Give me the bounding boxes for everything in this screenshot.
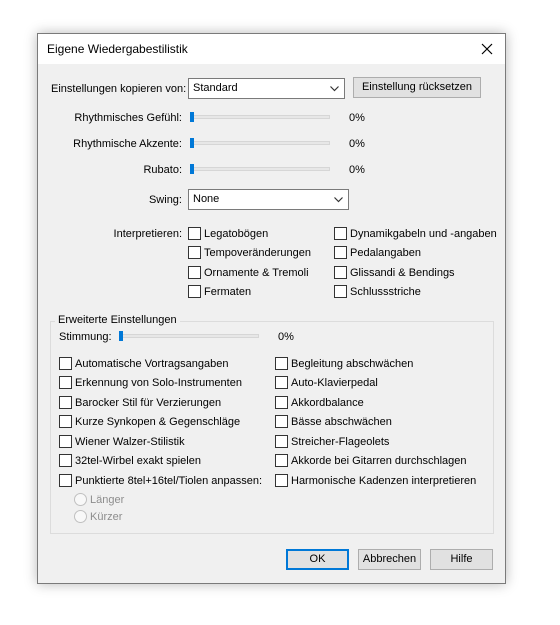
tremolo-exact-checkbox[interactable]	[59, 454, 72, 467]
rhythmic-accents-value: 0%	[349, 138, 365, 150]
longer-label: Länger	[90, 494, 125, 506]
copy-settings-dropdown[interactable]: Standard	[188, 78, 345, 99]
chord-balance-checkbox[interactable]	[275, 396, 288, 409]
reduce-bass-checkbox[interactable]	[275, 415, 288, 428]
pedal-label: Pedalangaben	[350, 247, 421, 259]
shorter-radio[interactable]	[74, 510, 87, 523]
ornaments-label: Ornamente & Tremoli	[204, 267, 309, 279]
final-barlines-checkbox[interactable]	[334, 285, 347, 298]
rubato-value: 0%	[349, 164, 365, 176]
rhythmic-feel-label: Rhythmisches Gefühl:	[74, 112, 182, 124]
ornaments-checkbox[interactable]	[188, 266, 201, 279]
reset-settings-button[interactable]: Einstellung rücksetzen	[353, 77, 481, 98]
rubato-label: Rubato:	[143, 164, 182, 176]
swing-value: None	[193, 193, 220, 205]
dynamics-label: Dynamikgabeln und -angaben	[350, 228, 497, 240]
swing-label: Swing:	[148, 194, 182, 206]
interpret-label: Interpretieren:	[113, 228, 182, 240]
copy-settings-label: Einstellungen kopieren von:	[51, 83, 187, 95]
dialog-title: Eigene Wiedergabestilistik	[47, 42, 188, 56]
tempo-changes-checkbox[interactable]	[188, 246, 201, 259]
rubato-thumb[interactable]	[190, 164, 194, 174]
rhythmic-accents-slider[interactable]	[190, 141, 330, 145]
string-harmonics-label: Streicher-Flageolets	[291, 436, 390, 448]
fermatas-label: Fermaten	[204, 286, 252, 298]
cancel-button[interactable]: Abbrechen	[358, 549, 421, 570]
auto-performance-checkbox[interactable]	[59, 357, 72, 370]
help-button[interactable]: Hilfe	[430, 549, 493, 570]
rhythmic-feel-thumb[interactable]	[190, 112, 194, 122]
guitar-strum-checkbox[interactable]	[275, 454, 288, 467]
auto-piano-pedal-label: Auto-Klavierpedal	[291, 377, 378, 389]
advanced-settings-title: Erweiterte Einstellungen	[55, 314, 180, 326]
chevron-down-icon	[334, 197, 343, 203]
auto-performance-label: Automatische Vortragsangaben	[75, 358, 229, 370]
baroque-ornaments-checkbox[interactable]	[59, 396, 72, 409]
dialog: Eigene Wiedergabestilistik Einstellungen…	[37, 33, 506, 584]
glissandi-label: Glissandi & Bendings	[350, 267, 455, 279]
reduce-accompaniment-checkbox[interactable]	[275, 357, 288, 370]
viennese-waltz-checkbox[interactable]	[59, 435, 72, 448]
legato-checkbox[interactable]	[188, 227, 201, 240]
short-syncopation-label: Kurze Synkopen & Gegenschläge	[75, 416, 241, 428]
tuning-label: Stimmung:	[59, 331, 112, 343]
tuning-value: 0%	[278, 331, 294, 343]
rhythmic-accents-thumb[interactable]	[190, 138, 194, 148]
dotted-adjust-label: Punktierte 8tel+16tel/Tiolen anpassen:	[75, 475, 263, 487]
legato-label: Legatobögen	[204, 228, 269, 240]
viennese-waltz-label: Wiener Walzer-Stilistik	[75, 436, 185, 448]
close-icon[interactable]	[477, 39, 497, 59]
short-syncopation-checkbox[interactable]	[59, 415, 72, 428]
rubato-slider[interactable]	[190, 167, 330, 171]
glissandi-checkbox[interactable]	[334, 266, 347, 279]
chevron-down-icon	[330, 86, 339, 92]
copy-settings-value: Standard	[193, 82, 238, 94]
longer-radio[interactable]	[74, 493, 87, 506]
solo-detection-checkbox[interactable]	[59, 376, 72, 389]
fermatas-checkbox[interactable]	[188, 285, 201, 298]
reduce-bass-label: Bässe abschwächen	[291, 416, 392, 428]
rhythmic-accents-label: Rhythmische Akzente:	[73, 138, 182, 150]
string-harmonics-checkbox[interactable]	[275, 435, 288, 448]
solo-detection-label: Erkennung von Solo-Instrumenten	[75, 377, 242, 389]
title-bar: Eigene Wiedergabestilistik	[38, 34, 505, 64]
tuning-slider[interactable]	[119, 334, 259, 338]
auto-piano-pedal-checkbox[interactable]	[275, 376, 288, 389]
tremolo-exact-label: 32tel-Wirbel exakt spielen	[75, 455, 201, 467]
final-barlines-label: Schlussstriche	[350, 286, 421, 298]
dotted-adjust-checkbox[interactable]	[59, 474, 72, 487]
dynamics-checkbox[interactable]	[334, 227, 347, 240]
tempo-changes-label: Tempoveränderungen	[204, 247, 312, 259]
baroque-ornaments-label: Barocker Stil für Verzierungen	[75, 397, 222, 409]
tuning-thumb[interactable]	[119, 331, 123, 341]
reduce-accompaniment-label: Begleitung abschwächen	[291, 358, 414, 370]
pedal-checkbox[interactable]	[334, 246, 347, 259]
swing-dropdown[interactable]: None	[188, 189, 349, 210]
chord-balance-label: Akkordbalance	[291, 397, 364, 409]
ok-button[interactable]: OK	[286, 549, 349, 570]
rhythmic-feel-value: 0%	[349, 112, 365, 124]
harmonic-cadences-checkbox[interactable]	[275, 474, 288, 487]
harmonic-cadences-label: Harmonische Kadenzen interpretieren	[291, 475, 477, 487]
guitar-strum-label: Akkorde bei Gitarren durchschlagen	[291, 455, 467, 467]
rhythmic-feel-slider[interactable]	[190, 115, 330, 119]
shorter-label: Kürzer	[90, 511, 123, 523]
